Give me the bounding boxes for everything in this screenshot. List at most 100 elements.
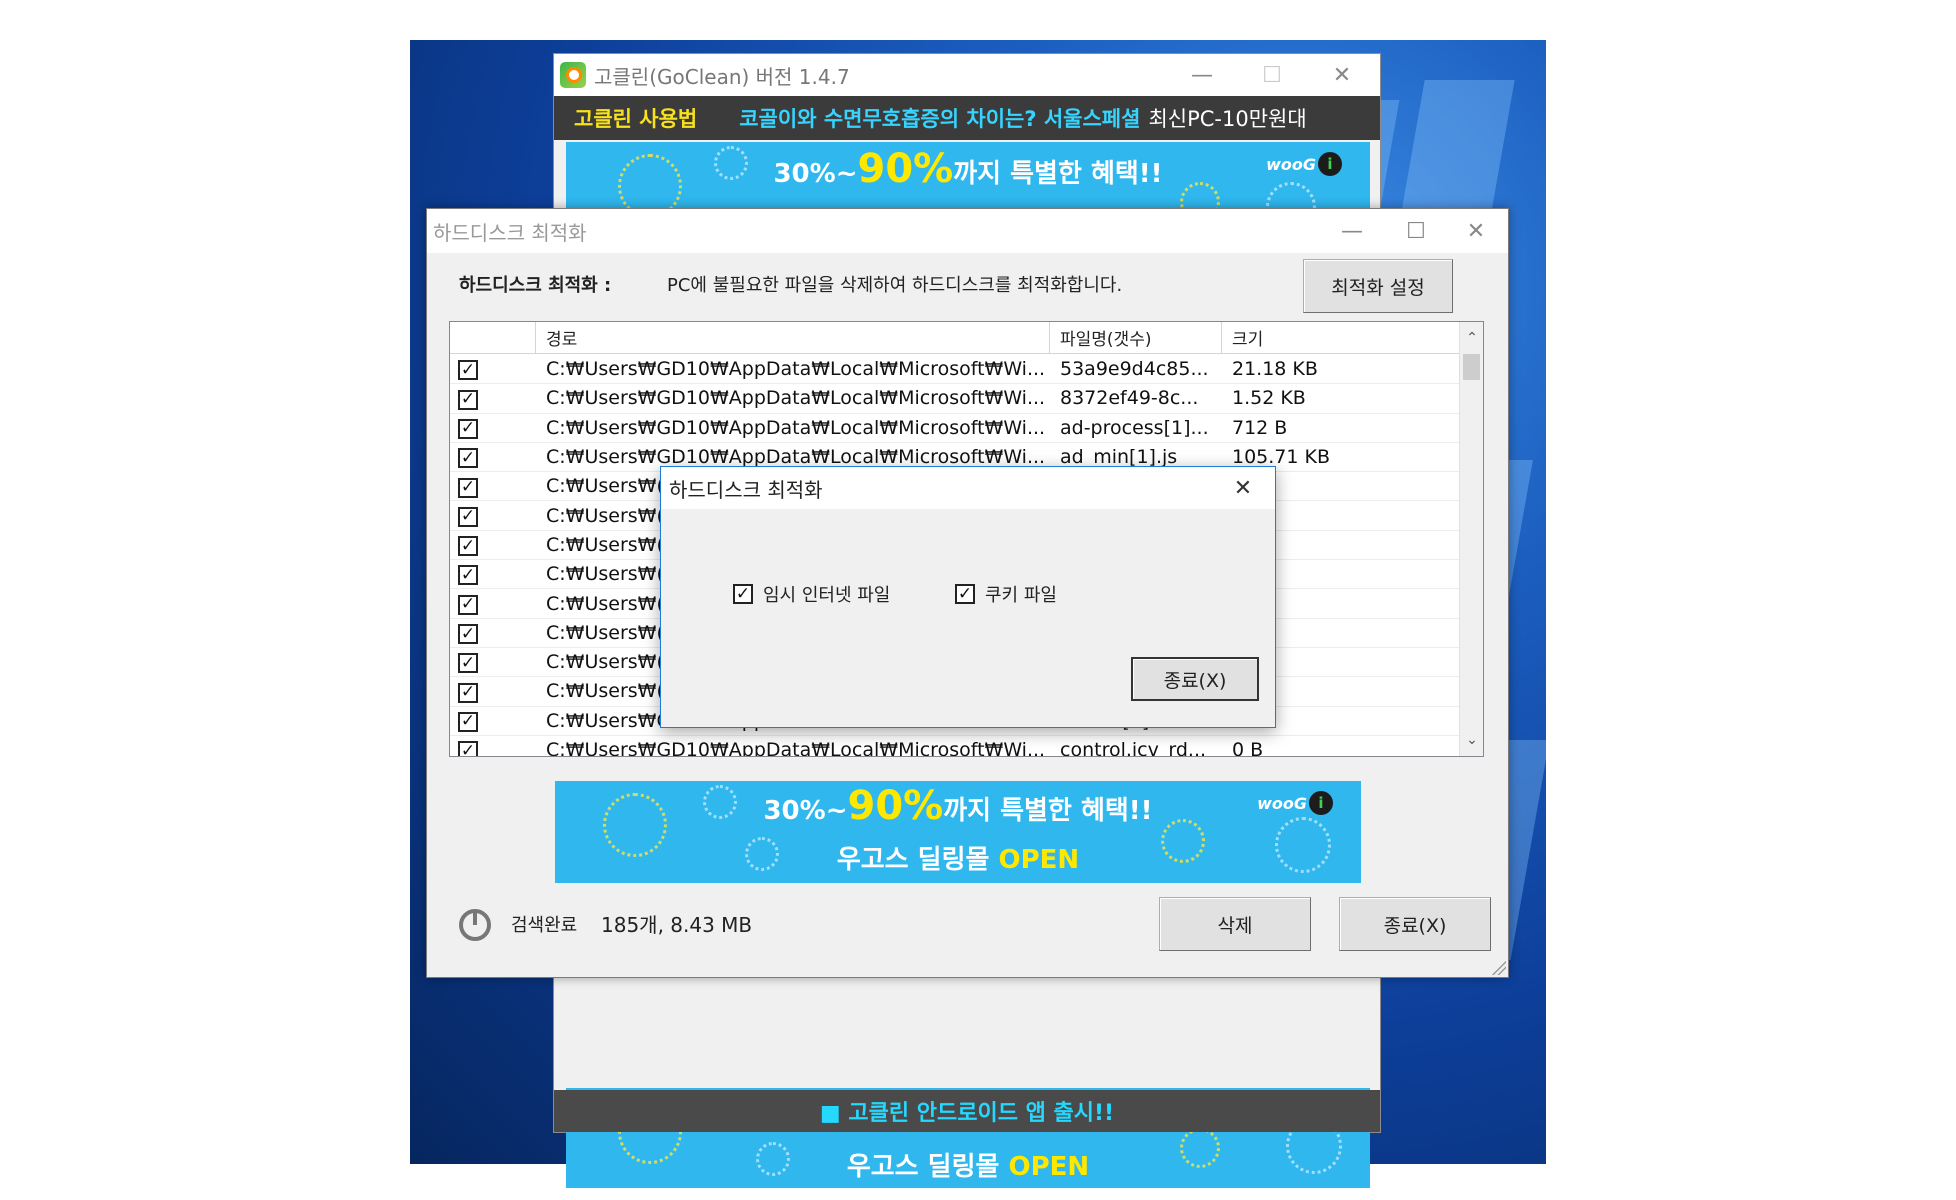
row-size: 1.52 KB (1232, 387, 1306, 410)
disk-optimize-titlebar: 하드디스크 최적화 — ☐ ✕ (427, 209, 1508, 253)
row-checkbox[interactable]: ✓ (458, 565, 478, 586)
row-check-cell: ✓ (450, 358, 536, 381)
row-checkbox[interactable]: ✓ (458, 594, 478, 615)
cookie-files-option[interactable]: ✓ 쿠키 파일 (955, 581, 1057, 607)
row-checkbox[interactable]: ✓ (458, 389, 478, 410)
delete-button[interactable]: 삭제 (1159, 897, 1311, 951)
maximize-button[interactable]: ☐ (1244, 54, 1300, 96)
column-header-path[interactable]: 경로 (536, 322, 1050, 353)
row-size: 0 B (1232, 739, 1264, 757)
ad-open: OPEN (998, 845, 1080, 875)
row-check-cell: ✓ (450, 416, 536, 439)
ad-headline: 30%~90%까지 특별한 혜택!! (555, 783, 1361, 829)
ad-prefix: 30%~ (773, 159, 858, 189)
goclean-titlebar: 고클린(GoClean) 버전 1.4.7 — ☐ ✕ (554, 54, 1380, 96)
minimize-button[interactable]: — (1174, 54, 1230, 96)
ad-subline: 우고스 딜링몰 OPEN (555, 839, 1361, 876)
table-row[interactable]: ✓ C:₩Users₩GD10₩AppData₩Local₩Microsoft₩W… (450, 384, 1460, 414)
goclean-logo-icon (560, 62, 586, 88)
middle-ad-banner[interactable]: 30%~90%까지 특별한 혜택!! 우고스 딜링몰 OPEN wooG i (555, 781, 1361, 883)
android-app-notice[interactable]: ■ 고클린 안드로이드 앱 출시!! (554, 1090, 1380, 1132)
dialog-close-button[interactable]: ✕ (1215, 467, 1271, 509)
close-button[interactable]: ✕ (1314, 54, 1370, 96)
row-check-cell: ✓ (450, 387, 536, 410)
row-filename: control.icv_rd... (1060, 739, 1207, 757)
scroll-up-icon[interactable]: ⌃ (1460, 326, 1483, 350)
list-header: 경로 파일명(갯수) 크기 (450, 322, 1460, 354)
row-check-cell: ✓ (450, 446, 536, 469)
optimize-settings-button[interactable]: 최적화 설정 (1303, 259, 1453, 313)
row-checkbox[interactable]: ✓ (458, 741, 478, 756)
ad-open: OPEN (1008, 1152, 1090, 1182)
scroll-down-icon[interactable]: ⌄ (1460, 728, 1483, 752)
goclean-menu-bar: 고클린 사용법 코골이와 수면무호흡증의 차이는? 서울스페셜 최신PC-10만… (554, 96, 1380, 140)
dialog-titlebar: 하드디스크 최적화 ✕ (661, 467, 1275, 509)
row-path: C:₩Users₩GD10₩AppData₩Local₩Microsoft₩Wi… (546, 739, 1046, 757)
ad-brand-text: wooG (1257, 793, 1307, 813)
dialog-exit-button[interactable]: 종료(X) (1131, 657, 1259, 701)
minimize-button[interactable]: — (1324, 209, 1380, 253)
row-check-cell: ✓ (450, 680, 536, 703)
row-check-cell: ✓ (450, 622, 536, 645)
row-filename: 53a9e9d4c85... (1060, 358, 1209, 381)
description-label: 하드디스크 최적화 : (459, 275, 612, 296)
row-checkbox[interactable]: ✓ (458, 506, 478, 527)
vertical-scrollbar[interactable]: ⌃ ⌄ (1459, 322, 1483, 756)
howto-link[interactable]: 고클린 사용법 (574, 103, 697, 133)
maximize-button[interactable]: ☐ (1388, 209, 1444, 253)
row-filename: ad-process[1]... (1060, 416, 1209, 439)
cookie-files-label: 쿠키 파일 (985, 585, 1057, 606)
column-header-filename[interactable]: 파일명(갯수) (1050, 322, 1222, 353)
column-header-check[interactable] (450, 322, 536, 353)
cookie-files-checkbox[interactable]: ✓ (955, 584, 975, 604)
row-path: C:₩Users₩GD10₩AppData₩Local₩Microsoft₩Wi… (546, 387, 1046, 410)
table-row[interactable]: ✓ C:₩Users₩GD10₩AppData₩Local₩Microsoft₩W… (450, 355, 1460, 385)
row-checkbox[interactable]: ✓ (458, 711, 478, 732)
scroll-thumb[interactable] (1463, 354, 1480, 380)
row-checkbox[interactable]: ✓ (458, 653, 478, 674)
resize-grip-icon[interactable] (1490, 959, 1506, 975)
row-size: 105.71 KB (1232, 446, 1331, 469)
ad-suffix: 까지 특별한 혜택!! (953, 159, 1163, 189)
row-path: C:₩Users₩GD10₩AppData₩Local₩Microsoft₩Wi… (546, 358, 1046, 381)
promo-link[interactable]: 최신PC-10만원대 (1148, 103, 1306, 133)
row-filename: ad_min[1].js (1060, 446, 1178, 469)
row-checkbox[interactable]: ✓ (458, 682, 478, 703)
row-size: 21.18 KB (1232, 358, 1318, 381)
table-row[interactable]: ✓ C:₩Users₩GD10₩AppData₩Local₩Microsoft₩W… (450, 736, 1460, 757)
temp-internet-files-option[interactable]: ✓ 임시 인터넷 파일 (733, 581, 890, 607)
temp-internet-files-checkbox[interactable]: ✓ (733, 584, 753, 604)
ad-prefix: 30%~ (763, 796, 848, 826)
row-check-cell: ✓ (450, 534, 536, 557)
info-icon[interactable]: i (1309, 791, 1333, 815)
temp-internet-files-label: 임시 인터넷 파일 (763, 585, 891, 606)
row-path: C:₩Users₩GD10₩AppData₩Local₩Microsoft₩Wi… (546, 446, 1046, 469)
description-text: PC에 불필요한 파일을 삭제하여 하드디스크를 최적화합니다. (667, 275, 1123, 296)
ad-brand-text: wooG (1266, 154, 1316, 174)
row-checkbox[interactable]: ✓ (458, 624, 478, 645)
row-checkbox[interactable]: ✓ (458, 418, 478, 439)
column-header-size[interactable]: 크기 (1222, 322, 1452, 353)
info-icon[interactable]: i (1318, 152, 1342, 176)
row-check-cell: ✓ (450, 563, 536, 586)
ad-brand: wooGi (1266, 152, 1342, 176)
row-checkbox[interactable]: ✓ (458, 448, 478, 469)
status-value: 185개, 8.43 MB (601, 913, 753, 937)
disk-optimize-title: 하드디스크 최적화 (433, 220, 587, 245)
row-checkbox[interactable]: ✓ (458, 536, 478, 557)
close-button[interactable]: ✕ (1448, 209, 1504, 253)
row-check-cell: ✓ (450, 739, 536, 756)
optimize-options-dialog: 하드디스크 최적화 ✕ ✓ 임시 인터넷 파일 ✓ 쿠키 파일 종료(X) (660, 466, 1276, 728)
row-path: C:₩Users₩GD10₩AppData₩Local₩Microsoft₩Wi… (546, 416, 1046, 439)
dialog-title: 하드디스크 최적화 (669, 477, 823, 502)
headline-link[interactable]: 코골이와 수면무호흡증의 차이는? 서울스페셜 (739, 103, 1140, 133)
exit-button[interactable]: 종료(X) (1339, 897, 1491, 951)
row-check-cell: ✓ (450, 709, 536, 732)
row-checkbox[interactable]: ✓ (458, 360, 478, 381)
row-check-cell: ✓ (450, 504, 536, 527)
row-filename: 8372ef49-8c... (1060, 387, 1199, 410)
table-row[interactable]: ✓ C:₩Users₩GD10₩AppData₩Local₩Microsoft₩W… (450, 414, 1460, 443)
goclean-title: 고클린(GoClean) 버전 1.4.7 (594, 64, 850, 89)
row-checkbox[interactable]: ✓ (458, 477, 478, 498)
ad-brand: wooGi (1257, 791, 1333, 815)
